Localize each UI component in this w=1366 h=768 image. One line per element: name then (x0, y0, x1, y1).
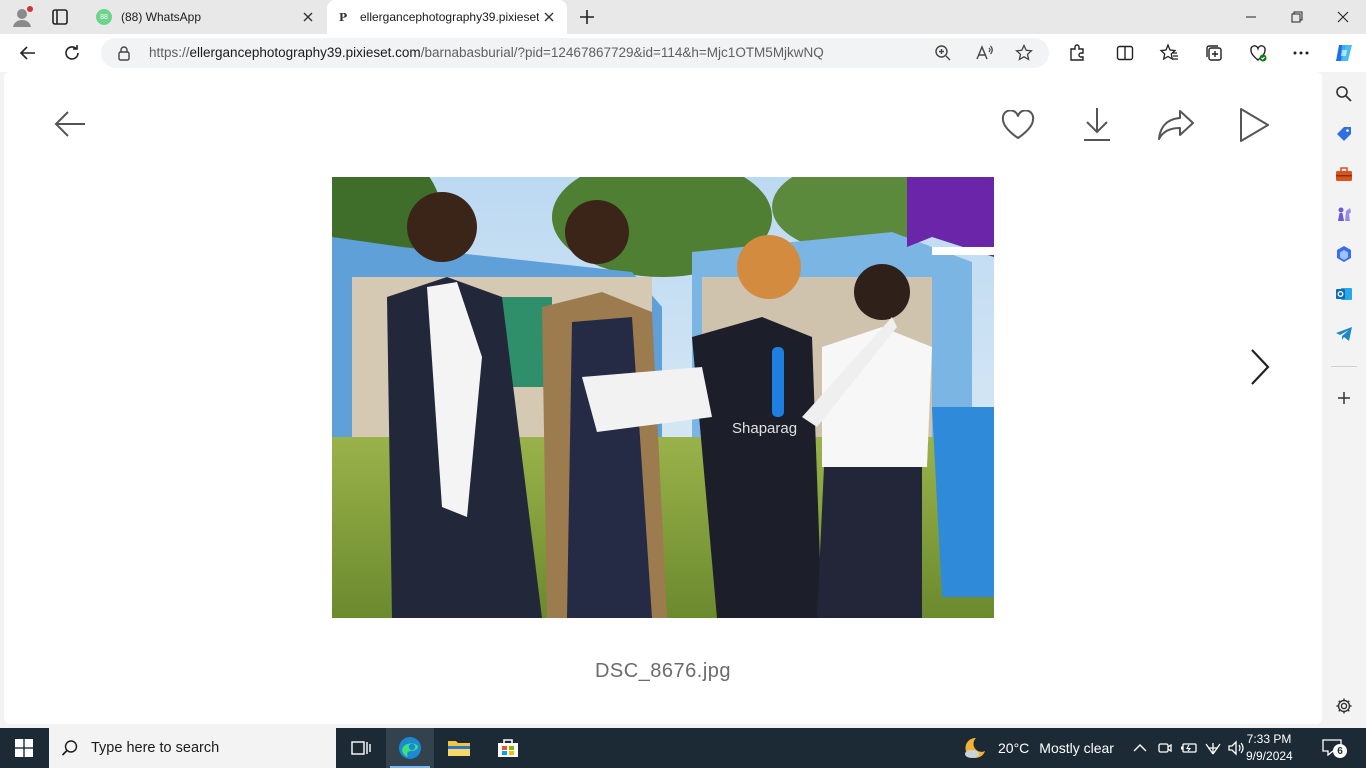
telegram-icon[interactable] (1333, 323, 1355, 345)
favorites-icon[interactable] (1157, 41, 1181, 65)
moon-cloud-icon (962, 735, 988, 761)
edge-sidebar (1322, 72, 1366, 728)
outlook-icon[interactable] (1333, 283, 1355, 305)
url-path: /barnabasburial/?pid=12467867729&id=114&… (420, 45, 824, 60)
volume-icon[interactable] (1226, 738, 1246, 758)
notification-badge: 6 (1333, 744, 1347, 758)
browser-essentials-icon[interactable] (1246, 41, 1270, 65)
system-clock[interactable]: 7:33 PM 9/9/2024 (1246, 731, 1293, 765)
microsoft-store-icon[interactable] (484, 728, 532, 768)
copilot-icon[interactable] (1333, 243, 1355, 265)
next-chevron-icon[interactable] (1242, 344, 1278, 390)
chess-icon[interactable] (1333, 203, 1355, 225)
url-protocol: https:// (149, 45, 190, 60)
new-tab-icon[interactable] (575, 5, 599, 29)
search-placeholder: Type here to search (91, 740, 220, 756)
pixieset-icon: P (338, 10, 348, 24)
taskbar-search-box[interactable]: Type here to search (49, 728, 336, 768)
task-view-icon[interactable] (336, 728, 384, 768)
url-text: https://ellergancephotography39.pixieset… (149, 45, 824, 60)
taskbar: Type here to search 20°C Mostly clear 7:… (0, 728, 1366, 768)
tab-title: ellergancephotography39.pixieset.com (360, 10, 539, 24)
network-icon[interactable] (1203, 738, 1223, 758)
meet-now-icon[interactable] (1155, 738, 1175, 758)
search-icon (61, 739, 79, 757)
battery-icon[interactable] (1179, 738, 1199, 758)
read-aloud-icon[interactable] (974, 43, 994, 63)
restore-icon[interactable] (1274, 0, 1320, 34)
share-icon[interactable] (1154, 106, 1198, 144)
clock-date: 9/9/2024 (1246, 749, 1293, 763)
url-host: ellergancephotography39.pixieset.com (189, 45, 421, 60)
close-tab-icon[interactable] (539, 7, 559, 27)
tab-actions-icon[interactable] (48, 5, 72, 29)
clock-time: 7:33 PM (1246, 732, 1292, 746)
split-screen-icon[interactable] (1113, 41, 1137, 65)
notification-center-icon[interactable]: 6 (1322, 738, 1347, 758)
more-options-icon[interactable] (1289, 41, 1313, 65)
back-arrow-icon[interactable] (50, 106, 90, 142)
weather-temperature: 20°C (998, 740, 1030, 756)
weather-widget[interactable]: 20°C Mostly clear (962, 728, 1114, 768)
close-window-icon[interactable] (1320, 0, 1366, 34)
lock-icon[interactable] (117, 45, 131, 61)
photo-image: Shaparag (332, 177, 994, 618)
browser-toolbar: https://ellergancephotography39.pixieset… (0, 34, 1366, 72)
profile-avatar-icon[interactable] (10, 5, 34, 29)
show-hidden-icons-icon[interactable] (1130, 738, 1150, 758)
refresh-icon[interactable] (60, 41, 84, 65)
gallery-photo[interactable]: Shaparag (332, 177, 994, 618)
settings-icon[interactable] (1333, 695, 1355, 717)
photo-filename: DSC_8676.jpg (594, 660, 732, 682)
svg-text:Shaparag: Shaparag (732, 420, 797, 437)
tab-whatsapp[interactable]: 88 (88) WhatsApp (88, 0, 326, 34)
back-icon[interactable] (16, 41, 40, 65)
download-icon[interactable] (1077, 104, 1117, 144)
file-explorer-icon[interactable] (435, 728, 483, 768)
photo-viewer: Shaparag DSC_8676.jpg (4, 72, 1322, 724)
favorite-star-icon[interactable] (1014, 43, 1034, 63)
zoom-icon[interactable] (933, 43, 953, 63)
whatsapp-icon: 88 (96, 9, 112, 25)
slideshow-play-icon[interactable] (1234, 106, 1274, 144)
sidebar-divider (1331, 366, 1357, 367)
add-icon[interactable] (1333, 387, 1355, 409)
windows-start-icon[interactable] (0, 728, 48, 768)
edge-taskbar-icon[interactable] (386, 728, 434, 768)
tab-pixieset[interactable]: P ellergancephotography39.pixieset.com (327, 0, 567, 34)
collections-icon[interactable] (1202, 41, 1226, 65)
toolbox-icon[interactable] (1333, 163, 1355, 185)
tab-strip: 88 (88) WhatsApp P ellergancephotography… (0, 0, 1366, 34)
extensions-icon[interactable] (1065, 41, 1089, 65)
search-icon[interactable] (1333, 83, 1355, 105)
tab-title: (88) WhatsApp (121, 10, 202, 24)
tag-icon[interactable] (1333, 123, 1355, 145)
copilot-icon[interactable] (1332, 41, 1356, 65)
weather-condition: Mostly clear (1039, 740, 1114, 756)
close-tab-icon[interactable] (298, 7, 318, 27)
minimize-icon[interactable] (1228, 0, 1274, 34)
address-bar[interactable]: https://ellergancephotography39.pixieset… (101, 38, 1049, 68)
heart-icon[interactable] (998, 106, 1038, 144)
